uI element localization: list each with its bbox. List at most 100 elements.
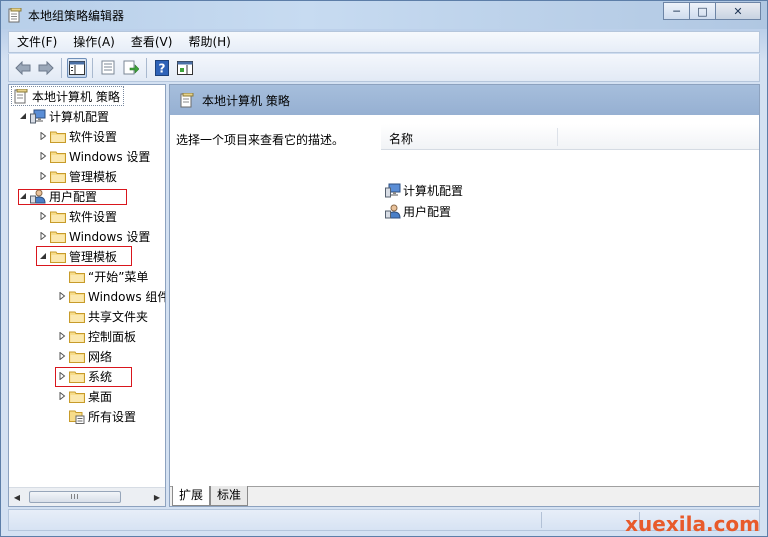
- close-icon: ✕: [733, 4, 743, 18]
- window-title: 本地组策略编辑器: [28, 9, 125, 23]
- list-item-user-config[interactable]: 用户配置: [385, 201, 451, 221]
- list-column-header[interactable]: 名称: [381, 124, 759, 150]
- close-button[interactable]: ✕: [715, 2, 761, 20]
- svg-text:?: ?: [159, 61, 166, 75]
- toolbar-separator: [146, 57, 147, 78]
- tree-item-start-menu[interactable]: “开始”菜单: [56, 266, 148, 286]
- show-hide-tree-icon: [69, 60, 85, 75]
- folder-icon: [49, 208, 66, 224]
- tree-item-label: 所有设置: [88, 409, 137, 424]
- maximize-button[interactable]: □: [689, 2, 716, 20]
- maximize-icon: □: [697, 4, 708, 18]
- collapsed-arrow-icon[interactable]: [56, 326, 68, 346]
- tree-item-label: Windows 组件: [88, 289, 165, 304]
- tree-item-label: 共享文件夹: [88, 309, 149, 324]
- console-tree-pane: 本地计算机 策略 计算机配置 软件设置 Windows 设置 管理模板 用户配置…: [8, 84, 166, 507]
- tree-item-user-windows-settings[interactable]: Windows 设置: [37, 226, 150, 246]
- collapsed-arrow-icon[interactable]: [37, 226, 49, 246]
- folder-icon: [68, 268, 85, 284]
- show-hide-action-pane-button[interactable]: [175, 58, 195, 78]
- scroll-right-icon[interactable]: ▶: [149, 488, 165, 506]
- show-hide-action-pane-icon: [177, 60, 193, 75]
- details-header: 本地计算机 策略: [170, 85, 759, 115]
- tree-item-desktop[interactable]: 桌面: [56, 386, 112, 406]
- menu-action[interactable]: 操作(A): [65, 32, 123, 52]
- folder-icon: [49, 128, 66, 144]
- expanded-arrow-icon[interactable]: [17, 106, 29, 126]
- export-list-button[interactable]: [121, 58, 141, 78]
- properties-icon: [101, 60, 115, 75]
- highlight-box-system: [55, 367, 132, 387]
- collapsed-arrow-icon[interactable]: [37, 206, 49, 226]
- collapsed-arrow-icon[interactable]: [56, 346, 68, 366]
- menu-help[interactable]: 帮助(H): [180, 32, 238, 52]
- tree-item-network[interactable]: 网络: [56, 346, 112, 366]
- details-list: 名称 计算机配置 用户配置: [381, 115, 759, 487]
- collapsed-arrow-icon[interactable]: [37, 126, 49, 146]
- list-item-label: 用户配置: [403, 204, 452, 219]
- collapsed-arrow-icon[interactable]: [56, 386, 68, 406]
- tree-item-label: 桌面: [88, 389, 113, 404]
- tree-item-software-settings[interactable]: 软件设置: [37, 126, 117, 146]
- collapsed-arrow-icon[interactable]: [37, 146, 49, 166]
- policy-document-icon: [8, 8, 22, 23]
- minimize-button[interactable]: ─: [663, 2, 690, 20]
- tree-item-admin-templates[interactable]: 管理模板: [37, 166, 117, 186]
- view-tabs: 扩展 标准: [170, 486, 759, 506]
- tree-item-label: 计算机配置: [49, 109, 110, 124]
- folder-icon: [49, 228, 66, 244]
- menu-file[interactable]: 文件(F): [9, 32, 65, 52]
- toolbar-separator: [92, 57, 93, 78]
- menu-view[interactable]: 查看(V): [123, 32, 181, 52]
- folder-icon: [68, 348, 85, 364]
- toolbar: ?: [8, 54, 760, 82]
- policy-document-icon: [180, 92, 194, 107]
- tree-item-label: 软件设置: [69, 209, 118, 224]
- folder-icon: [68, 288, 85, 304]
- title-bar[interactable]: 本地组策略编辑器 ─ □ ✕: [1, 1, 767, 29]
- tree-item-windows-settings[interactable]: Windows 设置: [37, 146, 150, 166]
- tree-horizontal-scrollbar[interactable]: ◀ III ▶: [9, 487, 165, 506]
- collapsed-arrow-icon[interactable]: [56, 286, 68, 306]
- folder-icon: [68, 328, 85, 344]
- export-list-icon: [123, 60, 139, 75]
- tab-standard[interactable]: 标准: [210, 486, 249, 506]
- tree-root-label: 本地计算机 策略: [32, 89, 120, 104]
- highlight-box-user-config: [18, 189, 127, 205]
- console-tree: 本地计算机 策略 计算机配置 软件设置 Windows 设置 管理模板 用户配置…: [9, 85, 165, 487]
- tree-item-label: 控制面板: [88, 329, 137, 344]
- column-divider[interactable]: [557, 128, 558, 146]
- tree-item-shared-folders[interactable]: 共享文件夹: [56, 306, 148, 326]
- computer-icon: [385, 182, 401, 198]
- description-text: 选择一个项目来查看它的描述。: [176, 133, 345, 147]
- status-segment: [541, 512, 542, 528]
- computer-icon: [29, 108, 46, 124]
- tree-item-control-panel[interactable]: 控制面板: [56, 326, 136, 346]
- back-button[interactable]: [13, 58, 33, 78]
- details-header-title: 本地计算机 策略: [202, 93, 290, 108]
- folder-icon: [49, 148, 66, 164]
- list-item-computer-config[interactable]: 计算机配置: [385, 180, 463, 200]
- help-button[interactable]: ?: [152, 58, 172, 78]
- tree-item-windows-components[interactable]: Windows 组件: [56, 286, 165, 306]
- forward-button[interactable]: [36, 58, 56, 78]
- scroll-left-icon[interactable]: ◀: [9, 488, 25, 506]
- menu-bar: 文件(F) 操作(A) 查看(V) 帮助(H): [8, 31, 760, 53]
- tree-root[interactable]: 本地计算机 策略: [11, 86, 124, 106]
- tree-item-all-settings[interactable]: 所有设置: [56, 406, 136, 426]
- collapsed-arrow-icon[interactable]: [37, 166, 49, 186]
- window-controls: ─ □ ✕: [663, 2, 761, 20]
- folder-icon: [68, 308, 85, 324]
- list-item-label: 计算机配置: [403, 183, 464, 198]
- tree-item-label: 软件设置: [69, 129, 118, 144]
- details-pane: 本地计算机 策略 选择一个项目来查看它的描述。 名称 计算机配置 用户配置 扩展…: [169, 84, 760, 507]
- tree-item-user-software-settings[interactable]: 软件设置: [37, 206, 117, 226]
- tree-item-computer-config[interactable]: 计算机配置: [17, 106, 109, 126]
- forward-icon: [38, 60, 54, 75]
- back-icon: [15, 60, 31, 75]
- tab-extended[interactable]: 扩展: [172, 486, 211, 506]
- properties-button[interactable]: [98, 58, 118, 78]
- minimize-icon: ─: [673, 4, 680, 18]
- show-hide-tree-button[interactable]: [67, 57, 87, 78]
- scrollbar-thumb[interactable]: III: [29, 491, 121, 503]
